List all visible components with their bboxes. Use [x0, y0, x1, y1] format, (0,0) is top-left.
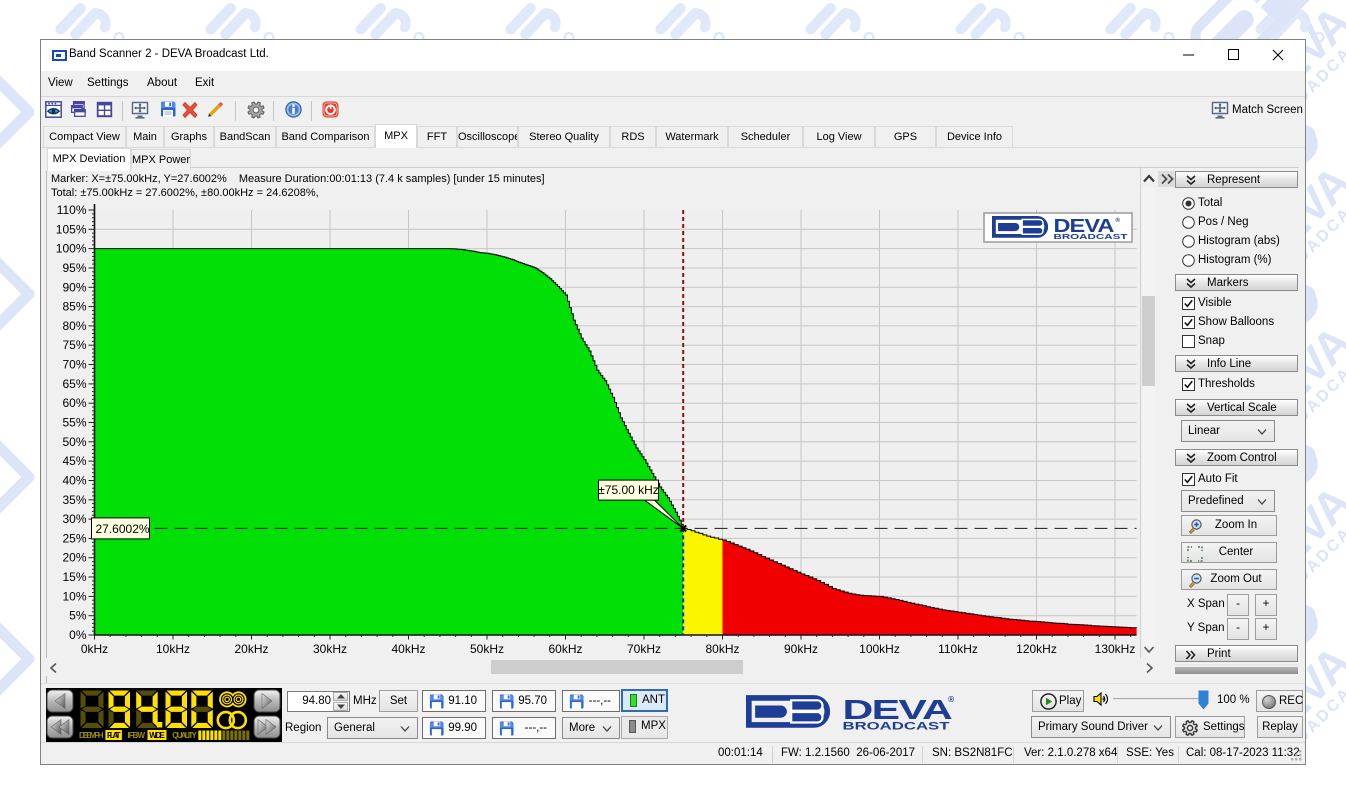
svg-text:35%: 35% — [62, 493, 86, 507]
svg-text:30%: 30% — [62, 512, 86, 526]
svg-text:DEEMPH: DEEMPH — [79, 731, 104, 740]
svg-text:100kHz: 100kHz — [859, 642, 900, 656]
svg-text:110%: 110% — [57, 203, 87, 217]
svg-text:60kHz: 60kHz — [548, 642, 582, 656]
svg-text:50kHz: 50kHz — [470, 642, 504, 656]
svg-text:95%: 95% — [62, 261, 86, 275]
svg-text:70%: 70% — [62, 358, 86, 372]
svg-text:FLAT: FLAT — [107, 731, 121, 740]
svg-text:130kHz: 130kHz — [1095, 642, 1136, 656]
svg-text:40kHz: 40kHz — [391, 642, 425, 656]
svg-text:IFBW: IFBW — [128, 731, 146, 740]
svg-text:50%: 50% — [62, 435, 86, 449]
svg-text:60%: 60% — [62, 396, 86, 410]
svg-text:90%: 90% — [62, 280, 86, 294]
svg-text:30kHz: 30kHz — [313, 642, 347, 656]
svg-text:70kHz: 70kHz — [627, 642, 661, 656]
svg-text:±75.00 kHz: ±75.00 kHz — [598, 483, 659, 497]
svg-text:®: ® — [1116, 217, 1121, 224]
svg-text:65%: 65% — [62, 377, 86, 391]
svg-text:25%: 25% — [62, 531, 86, 545]
svg-text:90kHz: 90kHz — [784, 642, 818, 656]
svg-text:WIDE: WIDE — [149, 731, 165, 740]
svg-text:10kHz: 10kHz — [156, 642, 190, 656]
svg-text:75%: 75% — [62, 338, 86, 352]
svg-text:80kHz: 80kHz — [705, 642, 739, 656]
svg-text:15%: 15% — [62, 570, 86, 584]
svg-text:BROADCAST: BROADCAST — [843, 720, 950, 730]
svg-text:5%: 5% — [69, 609, 87, 623]
svg-text:®: ® — [948, 695, 954, 704]
svg-text:27.6002%: 27.6002% — [96, 522, 150, 536]
svg-text:100%: 100% — [56, 242, 87, 256]
svg-text:10%: 10% — [62, 589, 86, 603]
svg-text:BROADCAST: BROADCAST — [1053, 232, 1128, 241]
svg-text:0%: 0% — [69, 628, 87, 642]
svg-text:20kHz: 20kHz — [234, 642, 268, 656]
svg-text:80%: 80% — [62, 319, 86, 333]
svg-text:45%: 45% — [62, 454, 86, 468]
svg-text:105%: 105% — [56, 222, 87, 236]
svg-text:120kHz: 120kHz — [1016, 642, 1057, 656]
svg-text:20%: 20% — [62, 551, 86, 565]
svg-text:40%: 40% — [62, 474, 86, 488]
svg-text:0kHz: 0kHz — [81, 642, 108, 656]
svg-text:85%: 85% — [62, 300, 86, 314]
svg-text:55%: 55% — [62, 416, 86, 430]
svg-text:110kHz: 110kHz — [938, 642, 978, 656]
svg-text:QUALITY: QUALITY — [172, 731, 197, 740]
